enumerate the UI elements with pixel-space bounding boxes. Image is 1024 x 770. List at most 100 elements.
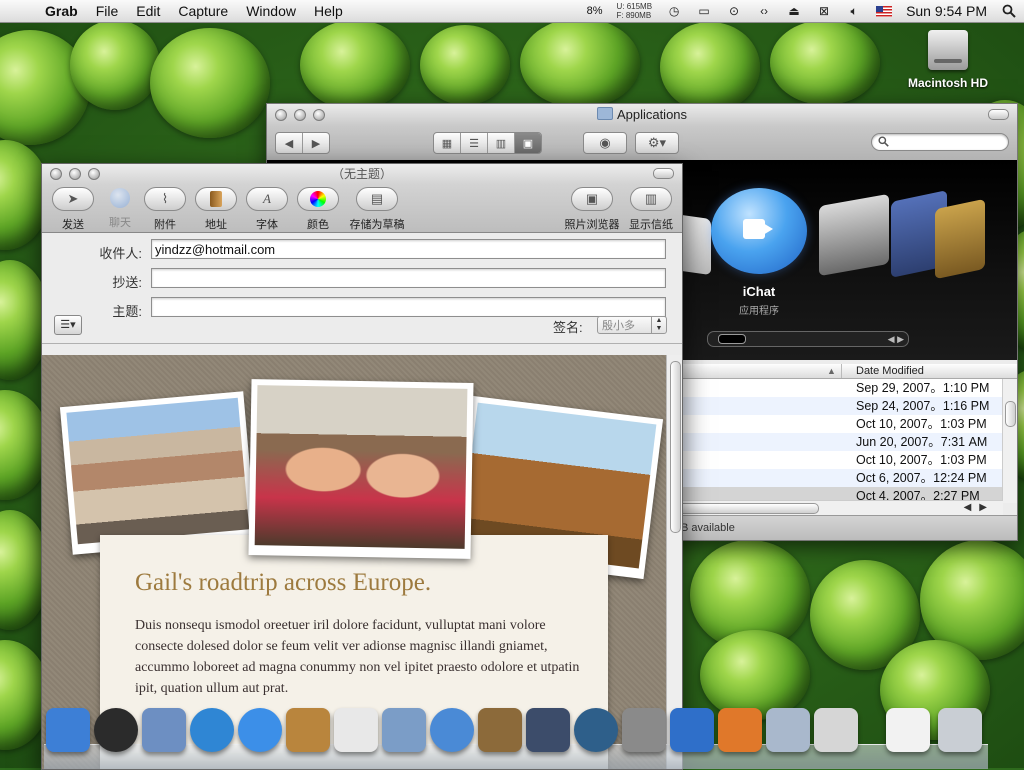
word-icon[interactable] <box>670 708 714 752</box>
stationery-body-text[interactable]: Duis nonsequ ismodol oreetuer iril dolor… <box>135 615 585 699</box>
attach-button[interactable]: ⌇ 附件 <box>141 187 189 232</box>
close-button[interactable] <box>50 168 62 180</box>
colors-button[interactable]: 颜色 <box>294 187 342 232</box>
list-view-button[interactable]: ☰ <box>461 133 488 153</box>
scroll-arrows[interactable]: ◀▶ <box>964 501 995 515</box>
action-button[interactable]: ⚙▾ <box>635 132 679 154</box>
preview-icon[interactable] <box>382 708 426 752</box>
time-machine-status-icon[interactable]: ◷ <box>666 4 682 18</box>
dashboard-icon[interactable] <box>94 708 138 752</box>
coverflow-scrollbar[interactable]: ◀ ▶ <box>707 331 909 347</box>
finder-titlebar[interactable]: Applications <box>267 104 1017 126</box>
code-icon[interactable]: ‹› <box>756 4 772 18</box>
photo-icon: ▣ <box>571 187 613 211</box>
stationery-heading[interactable]: Gail's roadtrip across Europe. <box>135 569 431 597</box>
address-button[interactable]: 地址 <box>192 187 240 232</box>
save-draft-button[interactable]: ▤ 存储为草稿 <box>342 187 412 232</box>
menu-clock[interactable]: Sun 9:54 PM <box>906 3 987 19</box>
coverflow-item-stickies[interactable] <box>935 198 985 280</box>
draft-icon: ▤ <box>356 187 398 211</box>
minimize-button[interactable] <box>294 109 306 121</box>
chat-button[interactable]: 聊天 <box>96 187 144 230</box>
coverflow-view-button[interactable]: ▣ <box>515 133 541 153</box>
window-title: （无主题） <box>331 167 392 181</box>
back-button[interactable]: ◀ <box>276 133 303 153</box>
finder-icon[interactable] <box>46 708 90 752</box>
menu-file[interactable]: File <box>87 3 128 19</box>
menu-help[interactable]: Help <box>305 3 352 19</box>
photo-florence[interactable] <box>59 391 257 555</box>
powerpoint-icon[interactable] <box>718 708 762 752</box>
subject-field[interactable] <box>151 297 666 317</box>
quick-look-button[interactable]: ◉ <box>583 132 627 154</box>
search-field[interactable] <box>871 133 1009 151</box>
iphoto-icon[interactable] <box>478 708 522 752</box>
hard-drive-icon[interactable] <box>928 30 968 70</box>
photo-browser-button[interactable]: ▣ 照片浏览器 <box>562 187 622 232</box>
eject-icon[interactable]: ⏏ <box>786 4 802 18</box>
horizontal-scroll-thumb[interactable] <box>667 503 819 514</box>
zoom-button[interactable] <box>313 109 325 121</box>
trash-icon[interactable] <box>938 708 982 752</box>
minimize-button[interactable] <box>69 168 81 180</box>
clock-status-icon[interactable]: ⊙ <box>726 4 742 18</box>
column-header-date-modified[interactable]: Date Modified <box>841 364 924 378</box>
memory-free: F: 890MB <box>616 11 652 20</box>
message-scroll-thumb[interactable] <box>670 361 681 533</box>
forward-button[interactable]: ▶ <box>303 133 329 153</box>
mail-titlebar[interactable]: （无主题） <box>42 164 682 184</box>
cc-field[interactable] <box>151 268 666 288</box>
battery-icon[interactable]: ⊠ <box>816 4 832 18</box>
coverflow-scroll-thumb[interactable] <box>718 334 746 344</box>
photo-couple[interactable] <box>248 379 474 559</box>
cpu-meter[interactable]: 8% <box>587 5 603 17</box>
mail-toolbar: ➤ 发送 聊天 ⌇ 附件 地址 A 字体 颜色 ▤ 存储为草稿 ▣ 照片浏览器 … <box>42 184 682 233</box>
spotlight-icon[interactable] <box>1001 4 1017 18</box>
address-book-icon <box>195 187 237 211</box>
menu-edit[interactable]: Edit <box>127 3 169 19</box>
menu-grab[interactable]: Grab <box>36 3 87 19</box>
applications-folder-icon[interactable] <box>766 708 810 752</box>
close-button[interactable] <box>275 109 287 121</box>
volume-icon[interactable]: 🔈︎ <box>846 4 862 18</box>
mail-icon[interactable] <box>142 708 186 752</box>
coverflow-selected-name: iChat <box>742 284 776 299</box>
menu-window[interactable]: Window <box>237 3 305 19</box>
list-scroll-thumb[interactable] <box>1005 401 1016 427</box>
address-book-icon[interactable] <box>286 708 330 752</box>
time-machine-icon[interactable] <box>574 708 618 752</box>
menu-capture[interactable]: Capture <box>169 3 237 19</box>
display-icon[interactable]: ▭ <box>696 4 712 18</box>
coverflow-item-image-capture[interactable] <box>819 193 889 277</box>
toolbar-toggle-button[interactable] <box>653 168 674 179</box>
itunes-icon[interactable] <box>430 708 474 752</box>
safari-icon[interactable] <box>190 708 234 752</box>
column-view-button[interactable]: ▥ <box>488 133 515 153</box>
to-field[interactable]: yindzz@hotmail.com <box>151 239 666 259</box>
spaces-icon[interactable] <box>526 708 570 752</box>
sort-arrow-icon[interactable]: ▲ <box>827 364 836 378</box>
ical-icon[interactable] <box>334 708 378 752</box>
zoom-button[interactable] <box>88 168 100 180</box>
list-vertical-scrollbar[interactable] <box>1002 379 1017 503</box>
grab-icon[interactable] <box>814 708 858 752</box>
coverflow-scroll-arrows[interactable]: ◀ ▶ <box>888 332 904 346</box>
memory-meter[interactable]: U: 615MB F: 890MB <box>616 2 652 20</box>
system-preferences-icon[interactable] <box>622 708 666 752</box>
ichat-icon[interactable] <box>711 188 807 274</box>
fonts-button[interactable]: A 字体 <box>243 187 291 232</box>
coverflow-selected-kind: 应用程序 <box>739 306 779 317</box>
input-flag-icon[interactable] <box>876 5 893 17</box>
signature-select[interactable]: 殷小多 ▲ ▼ <box>597 316 667 334</box>
document-icon[interactable] <box>886 708 930 752</box>
paper-plane-icon: ➤ <box>52 187 94 211</box>
ichat-icon[interactable] <box>238 708 282 752</box>
send-button[interactable]: ➤ 发送 <box>49 187 97 232</box>
toolbar-toggle-button[interactable] <box>988 109 1009 120</box>
header-options-button[interactable]: ☰▾ <box>54 315 82 335</box>
show-stationery-button[interactable]: ▥ 显示信纸 <box>624 187 678 232</box>
macintosh-hd[interactable]: Macintosh HD <box>900 30 996 90</box>
menu-bar: Grab File Edit Capture Window Help 8% U:… <box>0 0 1024 23</box>
icon-view-button[interactable]: ▦ <box>434 133 461 153</box>
paperclip-icon: ⌇ <box>144 187 186 211</box>
